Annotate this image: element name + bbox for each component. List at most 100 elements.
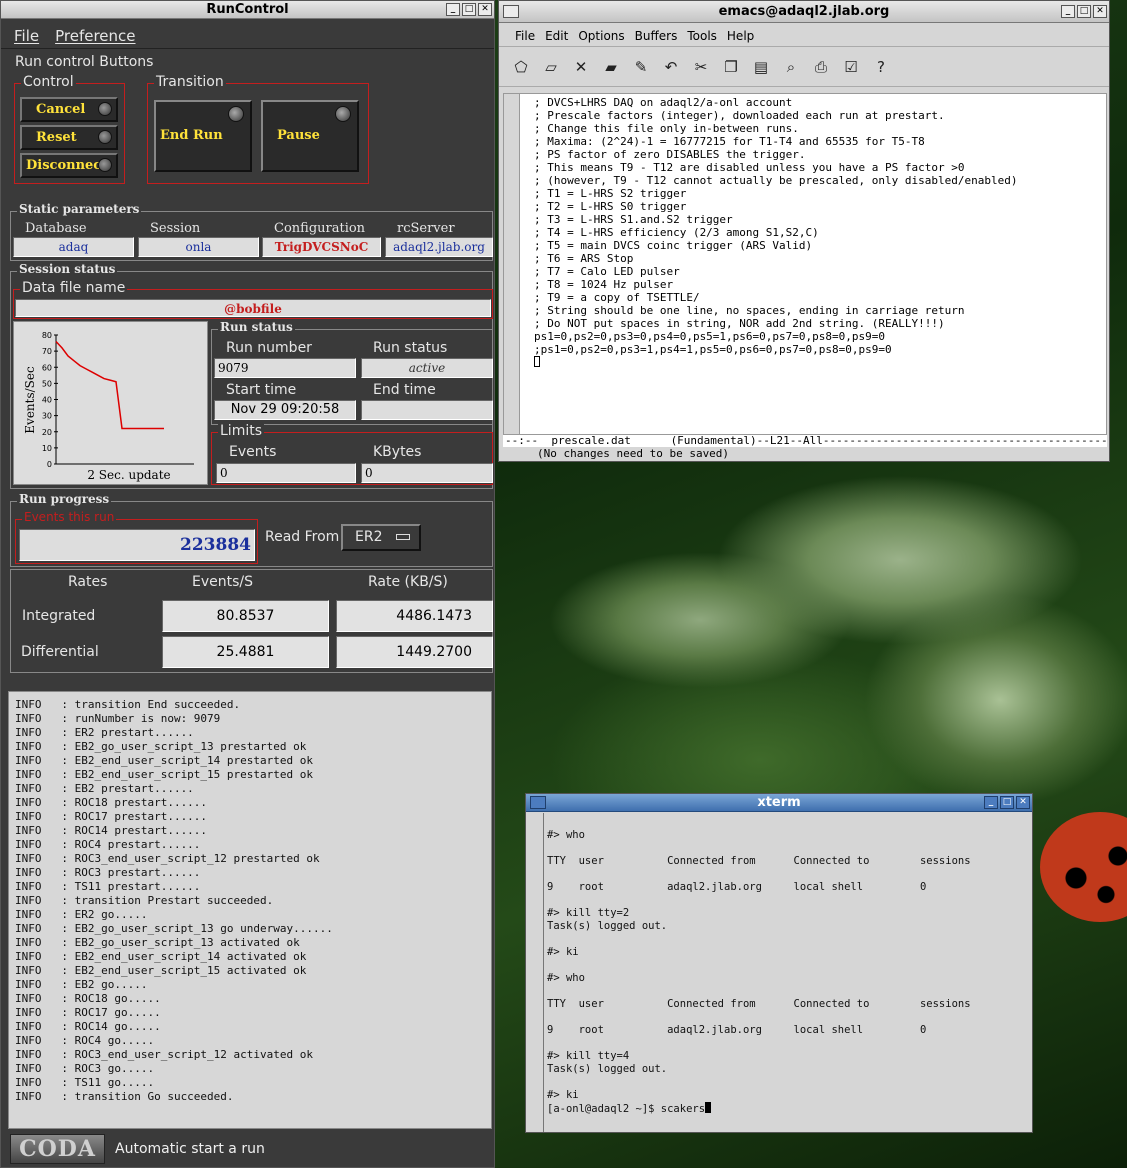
graph-ytick-label: 40 bbox=[42, 396, 52, 405]
menu-buffers[interactable]: Buffers bbox=[635, 29, 678, 46]
run-status-label: Run status bbox=[218, 320, 295, 334]
minimize-icon[interactable]: _ bbox=[984, 796, 998, 809]
led-icon bbox=[98, 158, 112, 172]
data-file-field[interactable]: @bobfile bbox=[15, 299, 491, 317]
menu-options[interactable]: Options bbox=[578, 29, 624, 46]
rate-graph-svg: 80 70 60 50 40 30 20 10 0 2 Sec. update Events/S… bbox=[23, 331, 194, 482]
window-title: RunControl bbox=[206, 2, 289, 17]
cancel-button[interactable]: Cancel bbox=[20, 97, 118, 122]
xterm-terminal[interactable]: #> who TTY user Connected from Connected… bbox=[547, 816, 971, 1116]
graph-ytick-label: 70 bbox=[42, 347, 52, 356]
emacs-toolbar: ⬠ ▱ ✕ ▰ ✎ ↶ ✂ ❐ ▤ ⌕ ⎙ ☑ ? bbox=[499, 47, 1109, 87]
menu-help[interactable]: Help bbox=[727, 29, 754, 46]
graph-ytick-label: 0 bbox=[47, 460, 52, 469]
close-icon[interactable]: ✕ bbox=[571, 57, 591, 77]
text-cursor bbox=[534, 356, 540, 367]
print-icon[interactable]: ⎙ bbox=[811, 57, 831, 77]
data-file-label: Data file name bbox=[20, 280, 128, 296]
rate-kbs-header: Rate (KB/S) bbox=[368, 574, 448, 590]
events-this-run-value: 223884 bbox=[19, 529, 255, 561]
minimize-icon[interactable]: _ bbox=[1061, 5, 1075, 18]
menu-tools[interactable]: Tools bbox=[687, 29, 717, 46]
window-title: xterm bbox=[757, 795, 801, 810]
kbytes-limit-input[interactable]: 0 bbox=[361, 463, 493, 483]
cut-icon[interactable]: ✂ bbox=[691, 57, 711, 77]
menu-edit[interactable]: Edit bbox=[545, 29, 568, 46]
save-icon[interactable]: ▰ bbox=[601, 57, 621, 77]
led-icon bbox=[98, 130, 112, 144]
status-text: Automatic start a run bbox=[115, 1140, 265, 1157]
new-file-icon[interactable]: ⬠ bbox=[511, 57, 531, 77]
emacs-echo-area: (No changes need to be saved) bbox=[503, 447, 1107, 461]
xterm-scrollbar[interactable] bbox=[526, 813, 544, 1132]
events-limit-label: Events bbox=[229, 444, 277, 460]
pause-button[interactable]: Pause bbox=[261, 100, 359, 172]
rcserver-field: adaql2.jlab.org bbox=[385, 237, 493, 257]
disconnect-label: Disconnect bbox=[26, 158, 108, 173]
static-parameters-label: Static parameters bbox=[17, 202, 142, 216]
close-icon[interactable]: ✕ bbox=[478, 3, 492, 16]
maximize-icon[interactable]: □ bbox=[1000, 796, 1014, 809]
start-time-label: Start time bbox=[226, 382, 297, 398]
close-icon[interactable]: ✕ bbox=[1093, 5, 1107, 18]
window-menu-icon[interactable] bbox=[503, 5, 519, 18]
terminal-cursor bbox=[705, 1102, 712, 1113]
emacs-titlebar[interactable]: emacs@adaql2.jlab.org _ □ ✕ bbox=[499, 1, 1109, 23]
minimize-icon[interactable]: _ bbox=[446, 3, 460, 16]
led-icon bbox=[335, 106, 351, 122]
emacs-buffer[interactable]: ; DVCS+LHRS DAQ on adaql2/a-onl account … bbox=[503, 93, 1107, 435]
differential-label: Differential bbox=[21, 644, 99, 660]
rate-series-line bbox=[55, 340, 164, 430]
pause-label: Pause bbox=[277, 128, 320, 143]
emacs-window: emacs@adaql2.jlab.org _ □ ✕ File Edit Op… bbox=[498, 0, 1110, 462]
open-folder-icon[interactable]: ▱ bbox=[541, 57, 561, 77]
close-icon[interactable]: ✕ bbox=[1016, 796, 1030, 809]
graph-ytick-label: 60 bbox=[42, 363, 52, 372]
end-run-label: End Run bbox=[160, 128, 223, 143]
save-as-icon[interactable]: ✎ bbox=[631, 57, 651, 77]
paste-icon[interactable]: ▤ bbox=[751, 57, 771, 77]
end-time-label: End time bbox=[373, 382, 436, 398]
xterm-window: xterm _ □ ✕ #> who TTY user Connected fr… bbox=[525, 793, 1033, 1133]
emacs-scrollbar[interactable] bbox=[504, 94, 520, 434]
events-limit-input[interactable]: 0 bbox=[216, 463, 356, 483]
message-log[interactable]: INFO : transition End succeeded. INFO : … bbox=[8, 691, 492, 1129]
run-progress-label: Run progress bbox=[17, 492, 112, 506]
transition-label: Transition bbox=[154, 74, 226, 90]
led-icon bbox=[98, 102, 112, 116]
rates-header: Rates bbox=[68, 574, 108, 590]
runcontrol-titlebar[interactable]: RunControl _ □ ✕ bbox=[1, 1, 494, 19]
maximize-icon[interactable]: □ bbox=[462, 3, 476, 16]
end-time-field bbox=[361, 400, 493, 420]
differential-events-value: 25.4881 bbox=[162, 636, 329, 668]
read-from-select[interactable]: ER2 bbox=[341, 524, 421, 551]
help-icon[interactable]: ? bbox=[871, 57, 891, 77]
menu-file[interactable]: File bbox=[515, 29, 535, 46]
emacs-buffer-text[interactable]: ; DVCS+LHRS DAQ on adaql2/a-onl account … bbox=[534, 96, 1017, 369]
window-menu-icon[interactable] bbox=[530, 796, 546, 809]
database-field: adaq bbox=[13, 237, 134, 257]
run-state-field: active bbox=[361, 358, 493, 378]
copy-icon[interactable]: ❐ bbox=[721, 57, 741, 77]
end-run-button[interactable]: End Run bbox=[154, 100, 252, 172]
search-icon[interactable]: ⌕ bbox=[781, 57, 801, 77]
menu-preference[interactable]: Preference bbox=[55, 27, 135, 48]
menu-file[interactable]: File bbox=[14, 27, 39, 48]
window-title: emacs@adaql2.jlab.org bbox=[718, 4, 890, 19]
coda-logo: CODA bbox=[10, 1133, 105, 1164]
graph-ytick-label: 50 bbox=[42, 379, 52, 388]
run-control-buttons-label: Run control Buttons bbox=[13, 54, 156, 70]
database-label: Database bbox=[25, 221, 87, 236]
session-label: Session bbox=[150, 221, 201, 236]
reset-button[interactable]: Reset bbox=[20, 125, 118, 150]
read-from-label: Read From: bbox=[265, 529, 345, 545]
status-bar: CODA Automatic start a run bbox=[4, 1131, 493, 1166]
kbytes-limit-label: KBytes bbox=[373, 444, 422, 460]
control-label: Control bbox=[21, 74, 76, 90]
maximize-icon[interactable]: □ bbox=[1077, 5, 1091, 18]
led-icon bbox=[228, 106, 244, 122]
disconnect-button[interactable]: Disconnect bbox=[20, 153, 118, 178]
customize-icon[interactable]: ☑ bbox=[841, 57, 861, 77]
undo-icon[interactable]: ↶ bbox=[661, 57, 681, 77]
xterm-titlebar[interactable]: xterm _ □ ✕ bbox=[526, 794, 1032, 812]
